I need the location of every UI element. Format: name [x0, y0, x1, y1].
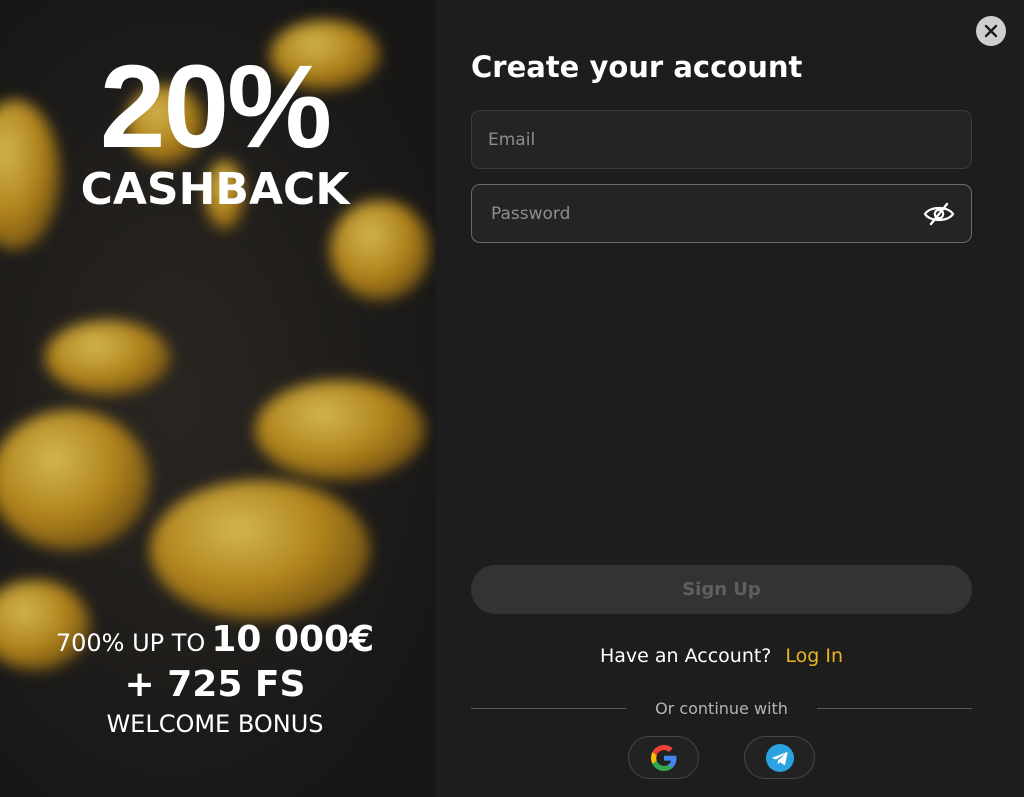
telegram-icon — [765, 743, 794, 772]
google-icon — [650, 744, 676, 771]
signup-form-panel: Create your account Sign Up Have an Acco… — [436, 0, 1024, 797]
coin-image — [150, 480, 370, 620]
have-account-text: Have an Account? — [599, 645, 772, 667]
social-divider: Or continue with — [471, 697, 972, 721]
offer-prefix: 700% UP TO — [55, 629, 206, 657]
coin-image — [330, 200, 430, 300]
coin-image — [45, 320, 170, 395]
password-input[interactable] — [472, 185, 971, 242]
offer-caption: WELCOME BONUS — [106, 710, 324, 738]
close-button[interactable] — [976, 16, 1006, 46]
divider-text: Or continue with — [655, 699, 788, 718]
form-title: Create your account — [471, 50, 803, 84]
email-field[interactable] — [471, 110, 972, 169]
eye-slash-icon — [923, 202, 955, 226]
sign-up-button[interactable]: Sign Up — [471, 565, 972, 614]
offer-free-spins: + 725 FS — [124, 664, 306, 705]
google-login-button[interactable] — [628, 736, 699, 779]
password-visibility-toggle[interactable] — [923, 201, 955, 227]
cashback-label: CASHBACK — [80, 164, 350, 215]
offer-amount-line: 700% UP TO 10 000€ — [0, 620, 430, 663]
divider-line — [817, 708, 972, 709]
coin-image — [0, 410, 150, 550]
close-icon — [984, 24, 998, 38]
email-input[interactable] — [472, 111, 971, 168]
cashback-percent: 20% — [99, 41, 332, 173]
promo-panel: 20% CASHBACK 700% UP TO 10 000€ + 725 FS … — [0, 0, 436, 797]
offer-amount: 10 000€ — [211, 619, 375, 660]
password-field[interactable] — [471, 184, 972, 243]
coin-image — [255, 380, 425, 480]
telegram-login-button[interactable] — [744, 736, 815, 779]
log-in-link[interactable]: Log In — [785, 645, 843, 667]
have-account-row: Have an Account? Log In — [471, 645, 972, 667]
